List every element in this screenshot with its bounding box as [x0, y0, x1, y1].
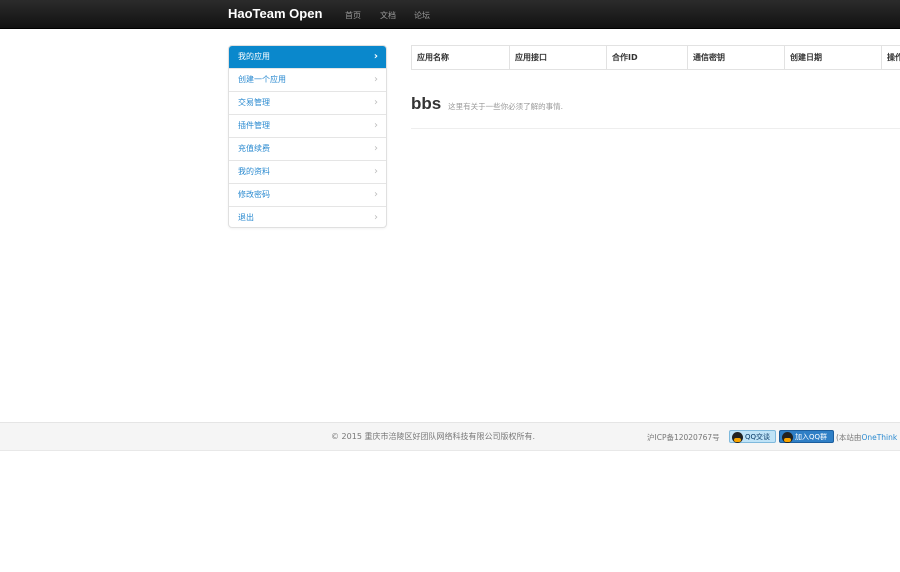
- sidebar-item-transactions[interactable]: 交易管理 ›: [229, 91, 386, 114]
- chevron-right-icon: ›: [373, 51, 378, 62]
- apps-table-header: 应用名称 应用接口 合作ID 通信密钥 创建日期 操作: [411, 45, 900, 70]
- column-header-actions: 操作: [881, 46, 900, 69]
- onethink-link[interactable]: OneThink: [861, 433, 897, 442]
- icp-license-link[interactable]: 沪ICP备12020767号: [647, 432, 720, 443]
- chevron-right-icon: ›: [374, 166, 378, 177]
- qq-penguin-icon: [782, 432, 793, 443]
- chevron-right-icon: ›: [374, 97, 378, 108]
- brand-logo[interactable]: HaoTeam Open: [228, 6, 322, 21]
- column-header-secret-key: 通信密钥: [687, 46, 784, 69]
- top-navbar: HaoTeam Open 首页 文档 论坛: [0, 0, 900, 29]
- column-header-partner-id: 合作ID: [606, 46, 687, 69]
- qq-group-button[interactable]: 加入QQ群: [779, 430, 834, 443]
- sidebar-item-recharge[interactable]: 充值续费 ›: [229, 137, 386, 160]
- sidebar-item-label: 充值续费: [238, 144, 270, 153]
- sidebar-item-change-password[interactable]: 修改密码 ›: [229, 183, 386, 206]
- nav-link-docs[interactable]: 文档: [380, 10, 396, 21]
- page-title: bbs: [411, 94, 442, 113]
- sidebar-item-create-app[interactable]: 创建一个应用 ›: [229, 68, 386, 91]
- page-heading: bbs 这里有关于一些你必须了解的事情.: [411, 94, 900, 129]
- sidebar-item-logout[interactable]: 退出 ›: [229, 206, 386, 227]
- qq-chat-button[interactable]: QQ交谈: [729, 430, 776, 443]
- footer: © 2015 重庆市涪陵区好团队网络科技有限公司版权所有. 沪ICP备12020…: [0, 422, 900, 451]
- qq-group-label: 加入QQ群: [795, 433, 828, 441]
- copyright-text: © 2015 重庆市涪陵区好团队网络科技有限公司版权所有.: [331, 432, 535, 441]
- sidebar-item-label: 交易管理: [238, 98, 270, 107]
- column-header-app-interface: 应用接口: [509, 46, 606, 69]
- sidebar-item-profile[interactable]: 我的资料 ›: [229, 160, 386, 183]
- chevron-right-icon: ›: [374, 189, 378, 200]
- page-subtitle: 这里有关于一些你必须了解的事情.: [448, 102, 563, 111]
- powered-by-text: (本站由OneThink: [836, 432, 897, 443]
- column-header-created-date: 创建日期: [784, 46, 881, 69]
- sidebar-menu: 我的应用 › 创建一个应用 › 交易管理 › 插件管理 › 充值续费 › 我的资…: [228, 45, 387, 228]
- chevron-right-icon: ›: [374, 120, 378, 131]
- nav-link-forum[interactable]: 论坛: [414, 10, 430, 21]
- sidebar-item-label: 我的应用: [238, 52, 270, 61]
- sidebar-item-label: 退出: [238, 213, 254, 222]
- chevron-right-icon: ›: [374, 143, 378, 154]
- sidebar-item-label: 修改密码: [238, 190, 270, 199]
- qq-penguin-icon: [732, 432, 743, 443]
- chevron-right-icon: ›: [374, 212, 378, 223]
- sidebar-item-my-apps[interactable]: 我的应用 ›: [229, 46, 386, 68]
- qq-chat-label: QQ交谈: [745, 433, 771, 441]
- sidebar-item-plugins[interactable]: 插件管理 ›: [229, 114, 386, 137]
- sidebar-item-label: 创建一个应用: [238, 75, 286, 84]
- sidebar-item-label: 我的资料: [238, 167, 270, 176]
- nav-link-home[interactable]: 首页: [345, 10, 361, 21]
- sidebar-item-label: 插件管理: [238, 121, 270, 130]
- powered-prefix: (本站由: [836, 433, 862, 442]
- chevron-right-icon: ›: [374, 74, 378, 85]
- column-header-app-name: 应用名称: [417, 53, 449, 62]
